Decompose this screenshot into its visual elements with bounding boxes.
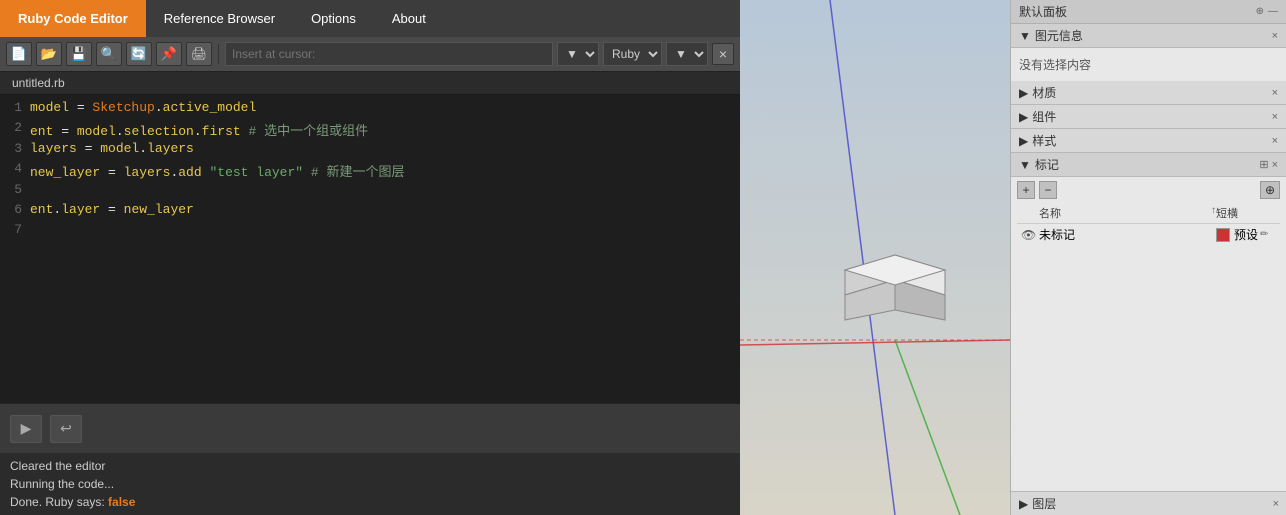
code-line-5: 5: [0, 181, 740, 201]
left-panel: Ruby Code Editor Reference Browser Optio…: [0, 0, 740, 515]
components-arrow: ▶: [1019, 110, 1028, 124]
tags-table-header: 名称 ↑ 短横: [1017, 203, 1280, 224]
tag-short-text: 预设: [1234, 226, 1258, 243]
panel-pins: ⊕ —: [1256, 6, 1278, 17]
code-editor[interactable]: 1 model = Sketchup.active_model 2 ent = …: [0, 95, 740, 403]
code-line-1: 1 model = Sketchup.active_model: [0, 99, 740, 119]
panel-title: 默认面板: [1019, 3, 1067, 20]
close-button[interactable]: ×: [712, 43, 734, 65]
status-value: false: [108, 495, 135, 509]
entity-info-arrow: ▼: [1019, 29, 1031, 43]
tag-short: 预设 ✏: [1216, 226, 1276, 243]
pin-button[interactable]: 📌: [156, 42, 182, 66]
code-line-6: 6 ent.layer = new_layer: [0, 201, 740, 221]
insert-input[interactable]: [225, 42, 553, 66]
code-line-7: 7: [0, 221, 740, 241]
col-name: 名称: [1039, 205, 1211, 221]
minimize-icon[interactable]: —: [1268, 6, 1278, 17]
file-tab-name: untitled.rb: [12, 76, 65, 90]
pin-icon[interactable]: ⊕: [1256, 6, 1264, 17]
styles-header[interactable]: ▶ 样式 ×: [1011, 129, 1286, 153]
tag-color-swatch[interactable]: [1216, 228, 1230, 242]
entity-info-header[interactable]: ▼ 图元信息 ×: [1011, 24, 1286, 48]
layers-label: 图层: [1032, 495, 1056, 512]
bottom-controls: ▶ ↩: [0, 403, 740, 453]
language-arrow-select[interactable]: ▼: [666, 42, 708, 66]
insert-position-select[interactable]: ▼: [557, 42, 599, 66]
status-prefix: Done. Ruby says:: [10, 495, 108, 509]
code-line-2: 2 ent = model.selection.first # 选中一个组或组件: [0, 119, 740, 140]
tags-close[interactable]: ×: [1272, 159, 1278, 171]
add-tag-button[interactable]: +: [1017, 181, 1035, 199]
layers-arrow: ▶: [1019, 497, 1028, 511]
toolbar: 📄 📂 💾 🔍 🔄 📌 🖨 ▼ Ruby ▼ ×: [0, 37, 740, 72]
run-button[interactable]: ▶: [10, 415, 42, 443]
menu-about[interactable]: About: [374, 0, 444, 37]
menu-reference-browser[interactable]: Reference Browser: [146, 0, 293, 37]
materials-label: 材质: [1032, 84, 1056, 101]
status-bar: Cleared the editor Running the code... D…: [0, 453, 740, 515]
tag-row-default: 👁 未标记 预设 ✏: [1017, 224, 1280, 245]
components-label: 组件: [1032, 108, 1056, 125]
components-close[interactable]: ×: [1272, 111, 1278, 123]
language-select[interactable]: Ruby: [603, 42, 662, 66]
file-tab: untitled.rb: [0, 72, 740, 95]
eye-toggle[interactable]: 👁: [1021, 228, 1039, 242]
menu-options[interactable]: Options: [293, 0, 374, 37]
styles-arrow: ▶: [1019, 134, 1028, 148]
open-file-button[interactable]: 📂: [36, 42, 62, 66]
materials-close[interactable]: ×: [1272, 87, 1278, 99]
tag-options-button[interactable]: ⊕: [1260, 181, 1280, 199]
materials-header[interactable]: ▶ 材质 ×: [1011, 81, 1286, 105]
entity-info-close[interactable]: ×: [1272, 30, 1278, 42]
tags-label: 标记: [1035, 156, 1059, 173]
print-button[interactable]: 🖨: [186, 42, 212, 66]
remove-tag-button[interactable]: −: [1039, 181, 1057, 199]
layers-close[interactable]: ×: [1273, 498, 1279, 510]
tag-name: 未标记: [1039, 226, 1216, 243]
status-line-2: Running the code...: [10, 475, 730, 493]
components-header[interactable]: ▶ 组件 ×: [1011, 105, 1286, 129]
code-line-3: 3 layers = model.layers: [0, 140, 740, 160]
tags-header[interactable]: ▼ 标记 ⊞ ×: [1011, 153, 1286, 177]
styles-label: 样式: [1032, 132, 1056, 149]
viewport-svg: [740, 0, 1010, 515]
entity-info-label: 图元信息: [1035, 27, 1083, 44]
styles-close[interactable]: ×: [1272, 135, 1278, 147]
refresh-button[interactable]: 🔄: [126, 42, 152, 66]
tags-expand[interactable]: ⊞: [1259, 158, 1268, 171]
code-line-4: 4 new_layer = layers.add "test layer" # …: [0, 160, 740, 181]
new-file-button[interactable]: 📄: [6, 42, 32, 66]
menu-ruby-code-editor[interactable]: Ruby Code Editor: [0, 0, 146, 37]
properties-panel: 默认面板 ⊕ — ▼ 图元信息 × 没有选择内容 ▶ 材质 × ▶ 组件 × ▶: [1010, 0, 1286, 515]
tags-section: + − ⊕ 名称 ↑ 短横 👁 未标记 预设 ✏: [1011, 177, 1286, 249]
separator: [218, 44, 219, 64]
tags-toolbar: + − ⊕: [1017, 181, 1280, 199]
panel-header: 默认面板 ⊕ —: [1011, 0, 1286, 24]
tag-name-text: 未标记: [1039, 228, 1075, 242]
viewport[interactable]: [740, 0, 1010, 515]
back-button[interactable]: ↩: [50, 415, 82, 443]
edit-icon[interactable]: ✏: [1260, 229, 1268, 240]
layers-section[interactable]: ▶ 图层 ×: [1011, 491, 1286, 515]
search-button[interactable]: 🔍: [96, 42, 122, 66]
status-line-1: Cleared the editor: [10, 457, 730, 475]
status-line-3: Done. Ruby says: false: [10, 493, 730, 511]
menu-bar: Ruby Code Editor Reference Browser Optio…: [0, 0, 740, 37]
save-file-button[interactable]: 💾: [66, 42, 92, 66]
col-short: 短横: [1216, 205, 1276, 221]
no-selection-text: 没有选择内容: [1011, 48, 1286, 81]
tags-arrow: ▼: [1019, 158, 1031, 172]
materials-arrow: ▶: [1019, 86, 1028, 100]
